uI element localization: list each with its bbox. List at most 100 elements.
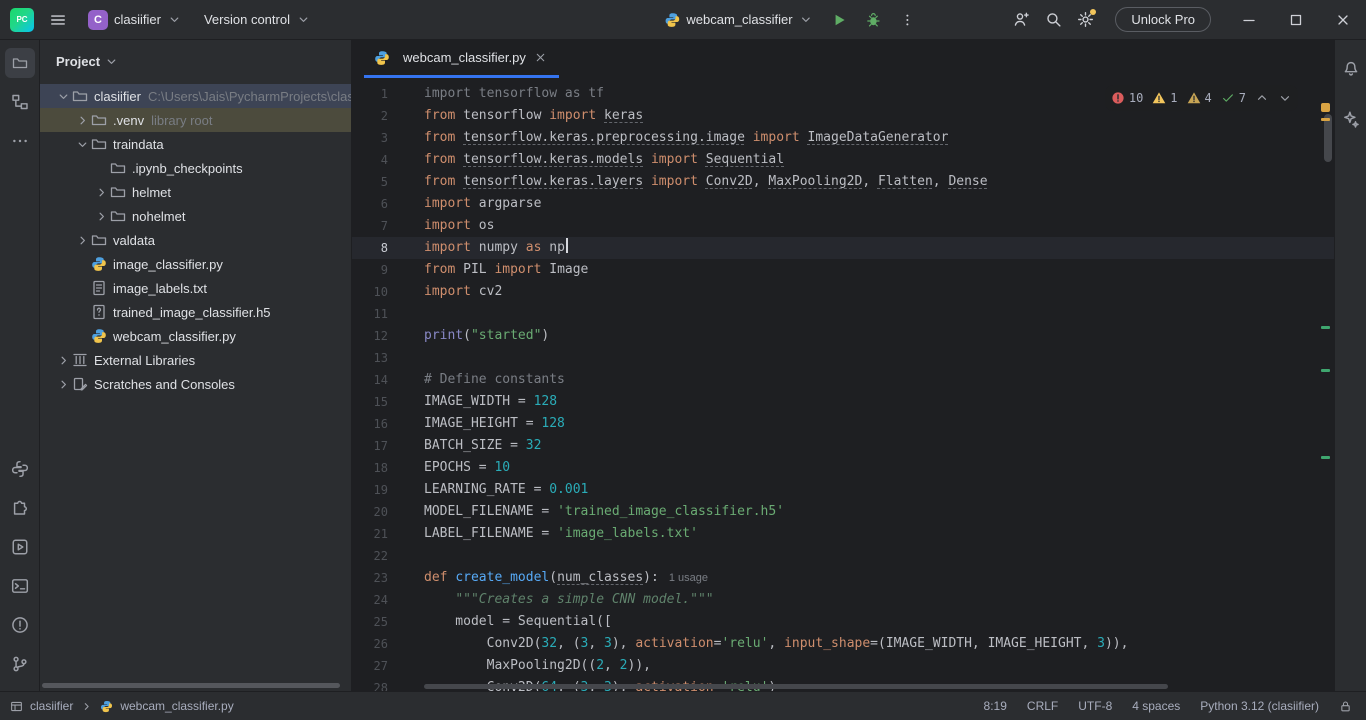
tree-item-image-labels-txt[interactable]: image_labels.txt: [40, 276, 351, 300]
next-problem-icon[interactable]: [1278, 91, 1292, 105]
code-line-21[interactable]: 21LABEL_FILENAME = 'image_labels.txt': [352, 523, 1334, 545]
code-line-17[interactable]: 17BATCH_SIZE = 32: [352, 435, 1334, 457]
line-number[interactable]: 14: [352, 369, 388, 391]
project-widget[interactable]: C clasiifier: [80, 5, 190, 35]
run-button[interactable]: [824, 4, 856, 36]
code-line-9[interactable]: 9from PIL import Image: [352, 259, 1334, 281]
line-number[interactable]: 11: [352, 303, 388, 325]
line-number[interactable]: 18: [352, 457, 388, 479]
project-tool-button[interactable]: [5, 48, 35, 78]
tree-item-ipynb-checkpoints[interactable]: .ipynb_checkpoints: [40, 156, 351, 180]
code-line-15[interactable]: 15IMAGE_WIDTH = 128: [352, 391, 1334, 413]
tab-webcam-classifier[interactable]: webcam_classifier.py: [364, 40, 559, 78]
tree-item-image-classifier-py[interactable]: image_classifier.py: [40, 252, 351, 276]
main-menu-button[interactable]: [42, 4, 74, 36]
line-number[interactable]: 4: [352, 149, 388, 171]
tree-item-clasiifier[interactable]: clasiifierC:\Users\Jais\PycharmProjects\…: [40, 84, 351, 108]
minimize-button[interactable]: [1225, 0, 1272, 40]
passed-badge[interactable]: 7: [1221, 87, 1246, 109]
code-line-12[interactable]: 12print("started"): [352, 325, 1334, 347]
project-panel-header[interactable]: Project: [40, 42, 351, 80]
code-line-19[interactable]: 19LEARNING_RATE = 0.001: [352, 479, 1334, 501]
code-line-18[interactable]: 18EPOCHS = 10: [352, 457, 1334, 479]
chevron-down-icon[interactable]: [54, 88, 72, 104]
line-number[interactable]: 21: [352, 523, 388, 545]
code-editor[interactable]: 1import tensorflow as tf2from tensorflow…: [352, 78, 1334, 691]
ai-assistant-tool-button[interactable]: [1336, 104, 1366, 134]
tree-item-traindata[interactable]: traindata: [40, 132, 351, 156]
plugins-tool-button[interactable]: [5, 493, 35, 523]
debug-button[interactable]: [858, 4, 890, 36]
problems-tool-button[interactable]: [5, 610, 35, 640]
inspection-indicator[interactable]: [1321, 103, 1330, 112]
code-line-23[interactable]: 23def create_model(num_classes):1 usage: [352, 567, 1334, 589]
close-button[interactable]: [1319, 0, 1366, 40]
tree-item-nohelmet[interactable]: nohelmet: [40, 204, 351, 228]
vertical-scrollbar-thumb[interactable]: [1324, 114, 1332, 162]
file-encoding[interactable]: UTF-8: [1078, 699, 1112, 713]
tree-item-trained-image-classifier-h5[interactable]: trained_image_classifier.h5: [40, 300, 351, 324]
code-line-26[interactable]: 26 Conv2D(32, (3, 3), activation='relu',…: [352, 633, 1334, 655]
line-number[interactable]: 8: [352, 237, 388, 259]
tree-item-webcam-classifier-py[interactable]: webcam_classifier.py: [40, 324, 351, 348]
code-line-7[interactable]: 7import os: [352, 215, 1334, 237]
line-number[interactable]: 25: [352, 611, 388, 633]
line-number[interactable]: 17: [352, 435, 388, 457]
code-line-20[interactable]: 20MODEL_FILENAME = 'trained_image_classi…: [352, 501, 1334, 523]
tree-item-valdata[interactable]: valdata: [40, 228, 351, 252]
search-everywhere-button[interactable]: [1037, 4, 1069, 36]
line-number[interactable]: 22: [352, 545, 388, 567]
line-number[interactable]: 19: [352, 479, 388, 501]
structure-tool-button[interactable]: [5, 87, 35, 117]
services-tool-button[interactable]: [5, 532, 35, 562]
tree-item-helmet[interactable]: helmet: [40, 180, 351, 204]
caret-position[interactable]: 8:19: [984, 699, 1007, 713]
line-number[interactable]: 2: [352, 105, 388, 127]
chevron-right-icon[interactable]: [54, 352, 72, 368]
line-number[interactable]: 23: [352, 567, 388, 589]
tool-window-switcher-icon[interactable]: [10, 700, 23, 713]
line-number[interactable]: 1: [352, 83, 388, 105]
code-line-5[interactable]: 5from tensorflow.keras.layers import Con…: [352, 171, 1334, 193]
line-number[interactable]: 15: [352, 391, 388, 413]
line-number[interactable]: 3: [352, 127, 388, 149]
maximize-button[interactable]: [1272, 0, 1319, 40]
code-line-24[interactable]: 24 """Creates a simple CNN model.""": [352, 589, 1334, 611]
line-number[interactable]: 26: [352, 633, 388, 655]
errors-badge[interactable]: 10: [1111, 87, 1143, 109]
code-line-22[interactable]: 22: [352, 545, 1334, 567]
line-number[interactable]: 6: [352, 193, 388, 215]
line-number[interactable]: 28: [352, 677, 388, 691]
line-number[interactable]: 9: [352, 259, 388, 281]
code-line-4[interactable]: 4from tensorflow.keras.models import Seq…: [352, 149, 1334, 171]
vcs-widget[interactable]: Version control: [196, 7, 319, 32]
tree-item-venv[interactable]: .venvlibrary root: [40, 108, 351, 132]
code-line-25[interactable]: 25 model = Sequential([: [352, 611, 1334, 633]
line-number[interactable]: 10: [352, 281, 388, 303]
line-number[interactable]: 12: [352, 325, 388, 347]
horizontal-scrollbar-thumb[interactable]: [424, 684, 1168, 689]
weak-warning-badge[interactable]: 4: [1187, 87, 1212, 109]
code-line-27[interactable]: 27 MaxPooling2D((2, 2)),: [352, 655, 1334, 677]
python-interpreter[interactable]: Python 3.12 (clasiifier): [1200, 699, 1319, 713]
unlock-pro-button[interactable]: Unlock Pro: [1115, 7, 1211, 32]
line-number[interactable]: 13: [352, 347, 388, 369]
code-with-me-button[interactable]: [1005, 4, 1037, 36]
line-number[interactable]: 27: [352, 655, 388, 677]
line-number[interactable]: 7: [352, 215, 388, 237]
chevron-down-icon[interactable]: [73, 136, 91, 152]
chevron-right-icon[interactable]: [54, 376, 72, 392]
line-number[interactable]: 24: [352, 589, 388, 611]
code-line-16[interactable]: 16IMAGE_HEIGHT = 128: [352, 413, 1334, 435]
line-number[interactable]: 20: [352, 501, 388, 523]
warning-badge[interactable]: 1: [1152, 87, 1177, 109]
breadcrumb-project[interactable]: clasiifier: [30, 699, 73, 713]
horizontal-scrollbar-thumb[interactable]: [42, 683, 340, 688]
python-packages-tool-button[interactable]: [5, 454, 35, 484]
more-actions-button[interactable]: [892, 4, 924, 36]
line-number[interactable]: 5: [352, 171, 388, 193]
tab-close-icon[interactable]: [533, 50, 549, 66]
indent-style[interactable]: 4 spaces: [1132, 699, 1180, 713]
code-line-11[interactable]: 11: [352, 303, 1334, 325]
chevron-right-icon[interactable]: [92, 208, 110, 224]
